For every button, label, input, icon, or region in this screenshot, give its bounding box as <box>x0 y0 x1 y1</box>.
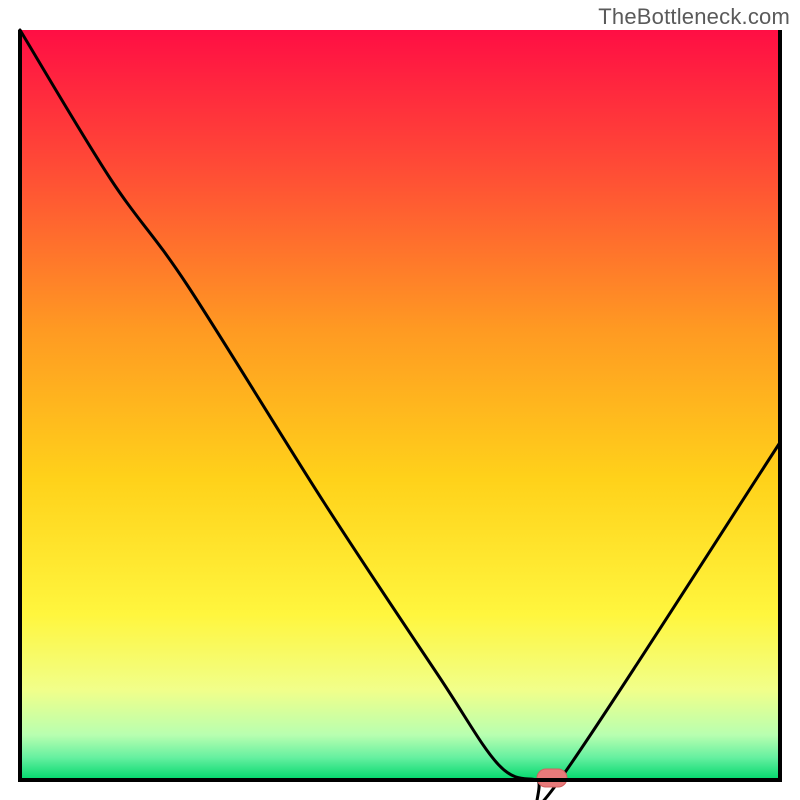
gradient-background <box>20 30 780 780</box>
bottleneck-chart: TheBottleneck.com <box>0 0 800 800</box>
watermark-text: TheBottleneck.com <box>598 4 790 30</box>
chart-svg <box>0 0 800 800</box>
